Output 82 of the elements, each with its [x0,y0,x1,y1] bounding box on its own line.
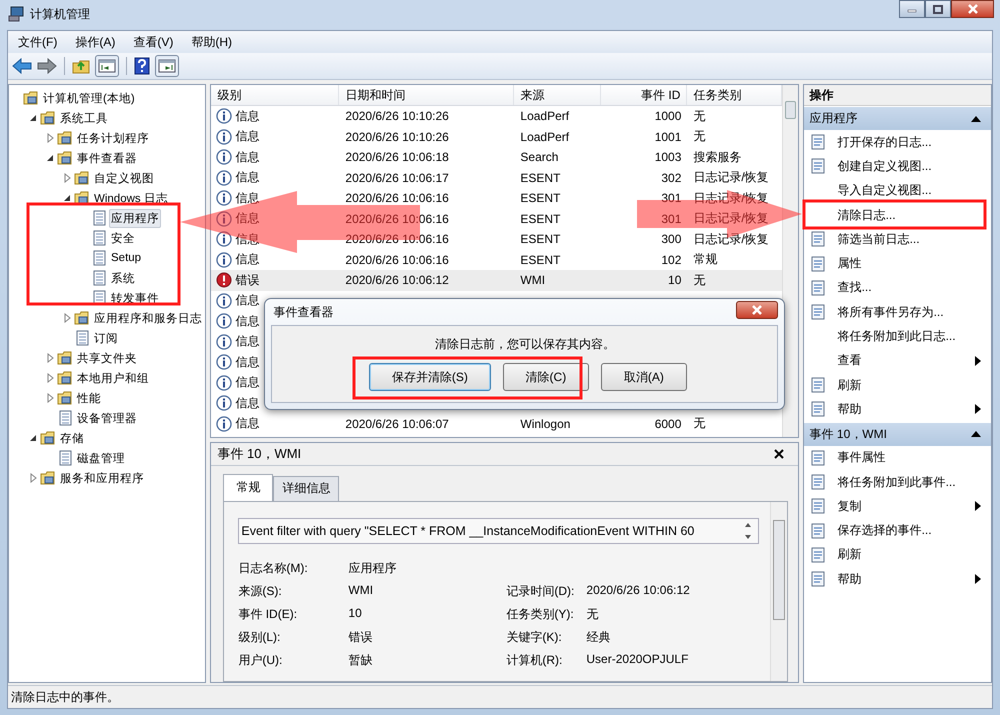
pane-title: 操作 [804,85,991,106]
field-label: 来源(S): [238,583,283,600]
table-cell: 信息 [235,312,260,330]
table-cell: 信息 [235,292,260,310]
table-cell-text: 2020/6/26 10:06:16 [344,191,450,206]
table-cell: 信息 [235,210,260,228]
table-cell-text: WMI [519,273,546,288]
panel-title: 事件 10，WMI [217,445,302,463]
field-value: 2020/6/26 10:06:12 [586,583,691,599]
field-label: 关键字(K): [506,629,563,646]
field-value: WMI [348,583,374,599]
table-cell-text: 10 [667,273,682,288]
table-cell-text: 301 [660,212,682,226]
dialog-title: 事件查看器 [273,304,334,320]
table-cell: 信息 [235,374,260,392]
table-cell-text: 2020/6/26 10:06:16 [344,252,450,267]
table-cell: 信息 [235,190,260,207]
table-cell: 信息 [235,333,260,350]
table-cell-text: Search [519,150,560,164]
section-title: 应用程序 [810,110,858,127]
table-cell: 信息 [235,128,260,146]
table-cell-text: 日志记录/恢复 [692,210,770,228]
table-cell-text: 2020/6/26 10:10:26 [344,109,450,124]
table-cell: 信息 [235,108,260,125]
table-cell-text: 302 [660,170,682,185]
table-cell: 信息 [235,415,260,432]
table-cell-text: Winlogon [519,416,572,431]
field-value: 应用程序 [348,560,398,577]
field-value: 暂缺 [348,652,374,669]
field-label: 级别(L): [238,629,282,646]
table-cell-text: ESENT [519,212,562,226]
table-cell-text: ESENT [519,252,562,267]
table-cell: 信息 [235,169,260,186]
table-cell-text: 无 [692,272,706,289]
table-cell-text: LoadPerf [519,109,570,124]
table-cell-text: 300 [660,232,682,246]
table-cell: 信息 [235,251,260,268]
table-cell-text: 无 [692,108,706,125]
table-cell: 信息 [235,354,260,371]
field-label: 事件 ID(E): [238,606,298,623]
table-cell-text: 日志记录/恢复 [692,230,770,248]
table-cell-text: 2020/6/26 10:06:12 [344,273,450,288]
field-value: 无 [586,606,600,623]
field-label: 记录时间(D): [506,583,576,600]
field-value: 错误 [348,629,374,646]
section-title: 事件 10，WMI [810,426,887,443]
field-value: 10 [348,606,363,622]
table-cell-text: 日志记录/恢复 [692,169,770,186]
table-cell-text: 2020/6/26 10:06:18 [344,150,450,164]
table-cell-text: 1003 [654,150,682,164]
table-cell-text: ESENT [519,232,562,246]
table-cell: 信息 [235,148,260,166]
table-cell-text: LoadPerf [519,130,570,144]
table-cell-text: 102 [660,252,682,267]
table-cell-text: 2020/6/26 10:06:07 [344,416,450,431]
table-cell-text: 搜索服务 [692,148,742,166]
status-text: 清除日志中的事件。 [11,688,119,706]
table-cell: 信息 [235,230,260,248]
table-cell: 信息 [235,394,260,412]
table-cell-text: 1001 [654,130,682,144]
table-cell: 错误 [235,272,260,289]
table-cell-text: 301 [660,191,682,206]
table-cell-text: 1000 [654,109,682,124]
field-value: 经典 [586,629,612,646]
table-cell-text: 2020/6/26 10:06:16 [344,212,450,226]
table-cell-text: 常规 [692,251,718,268]
table-cell-text: 2020/6/26 10:10:26 [344,130,450,144]
table-cell-text: 无 [692,128,706,146]
field-label: 日志名称(M): [238,560,309,577]
table-cell-text: ESENT [519,170,562,185]
table-cell-text: ESENT [519,191,562,206]
dialog-message: 清除日志前，您可以保存其内容。 [434,336,615,353]
table-cell-text: 2020/6/26 10:06:17 [344,170,450,185]
table-cell-text: 2020/6/26 10:06:16 [344,232,450,246]
table-cell-text: 6000 [654,416,682,431]
window-title: 计算机管理 [30,6,90,22]
field-value: User-2020OPJULF [586,652,690,668]
field-label: 用户(U): [238,652,284,669]
field-label: 任务类别(Y): [506,606,575,623]
field-label: 计算机(R): [506,652,564,669]
description-text: Event filter with query "SELECT * FROM __InstanceModificationEvent WITHIN 60 [241,524,694,538]
table-cell-text: 无 [692,415,706,432]
